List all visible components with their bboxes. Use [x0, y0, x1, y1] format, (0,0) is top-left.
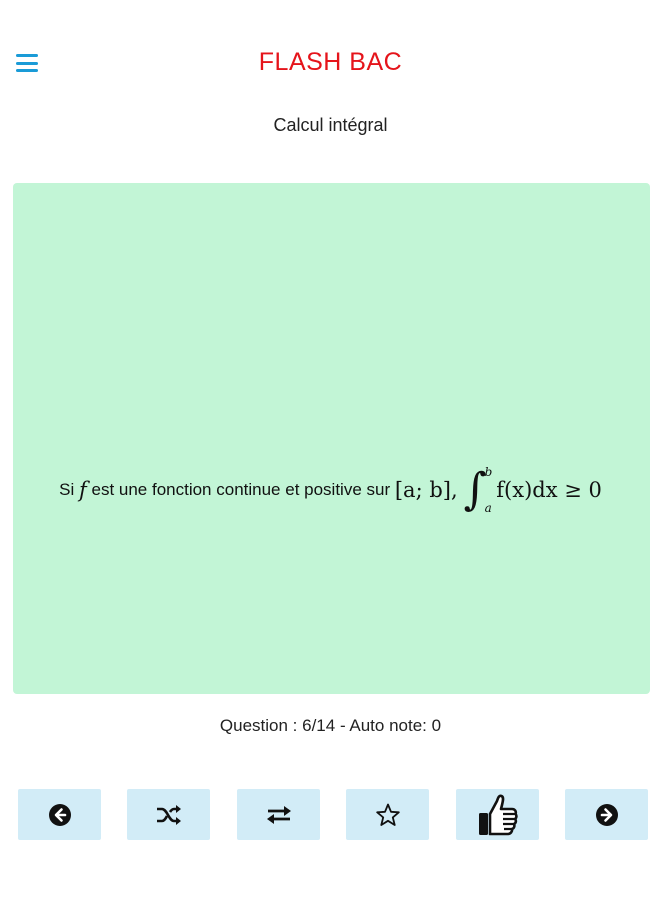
shuffle-icon [156, 804, 181, 825]
topic-title: Calcul intégral [273, 115, 388, 135]
favorite-button[interactable] [346, 789, 429, 840]
card-prefix: Si [59, 480, 75, 499]
thumbs-up-icon [478, 794, 518, 835]
integral-upper-limit: b [484, 465, 493, 479]
app-header: FLASH BAC [0, 0, 661, 110]
card-var-f: f [78, 478, 87, 502]
app-title: FLASH BAC [258, 48, 403, 76]
star-outline-icon [375, 803, 400, 826]
question-status: Question : 6/14 - Auto note: 0 [219, 716, 442, 735]
flashcard-text: Si f est une fonction continue et positi… [0, 460, 661, 520]
arrow-right-circle-icon [595, 803, 618, 826]
shuffle-button[interactable] [127, 789, 210, 840]
flip-button[interactable] [237, 789, 320, 840]
integral-lower-limit: a [484, 501, 492, 515]
next-button[interactable] [565, 789, 648, 840]
card-integrand: f(x)dx ≥ 0 [496, 478, 602, 502]
flashcard[interactable] [13, 183, 650, 694]
card-interval: [a; b], [394, 478, 458, 502]
arrow-left-circle-icon [48, 803, 71, 826]
bottom-toolbar [0, 789, 661, 841]
swap-arrows-icon [266, 805, 291, 824]
integral-sign: ∫ b a [463, 464, 493, 515]
card-text-middle: est une fonction continue et positive su… [91, 480, 391, 499]
previous-button[interactable] [18, 789, 101, 840]
like-button[interactable] [456, 789, 539, 840]
